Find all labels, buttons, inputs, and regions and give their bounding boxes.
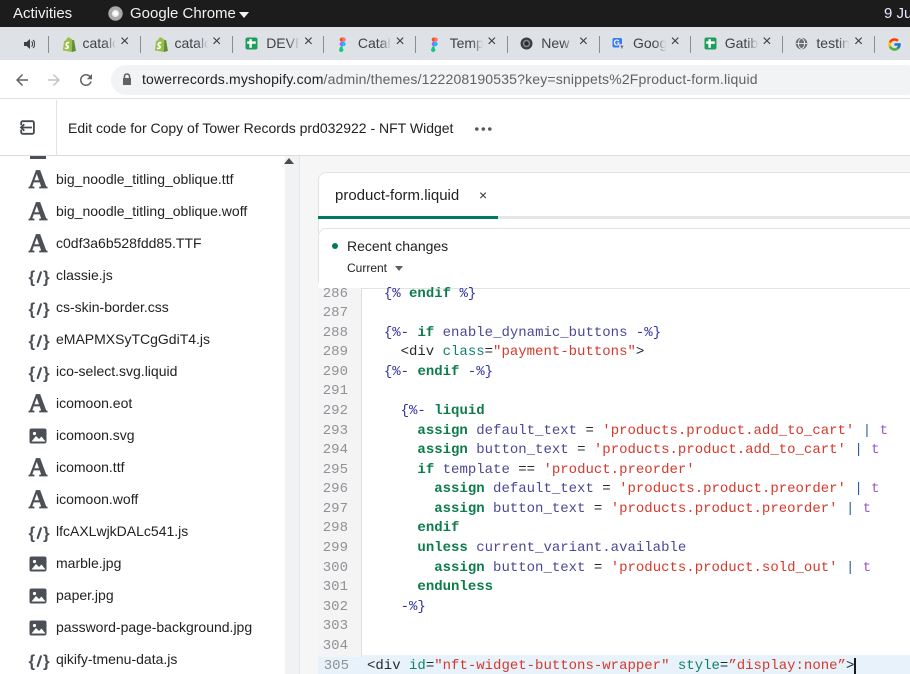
svg-text:{: { bbox=[29, 300, 36, 319]
svg-text:{: { bbox=[29, 268, 36, 287]
svg-text:}: } bbox=[43, 268, 50, 287]
svg-text:}: } bbox=[43, 524, 50, 543]
svg-text:{: { bbox=[29, 652, 36, 671]
svg-text:G: G bbox=[614, 39, 620, 48]
svg-text:{: { bbox=[29, 364, 36, 383]
svg-text:}: } bbox=[43, 652, 50, 671]
svg-text:{: { bbox=[29, 524, 36, 543]
svg-text:}: } bbox=[43, 364, 50, 383]
svg-text:{: { bbox=[29, 332, 36, 351]
svg-text:}: } bbox=[43, 332, 50, 351]
svg-text:}: } bbox=[43, 300, 50, 319]
